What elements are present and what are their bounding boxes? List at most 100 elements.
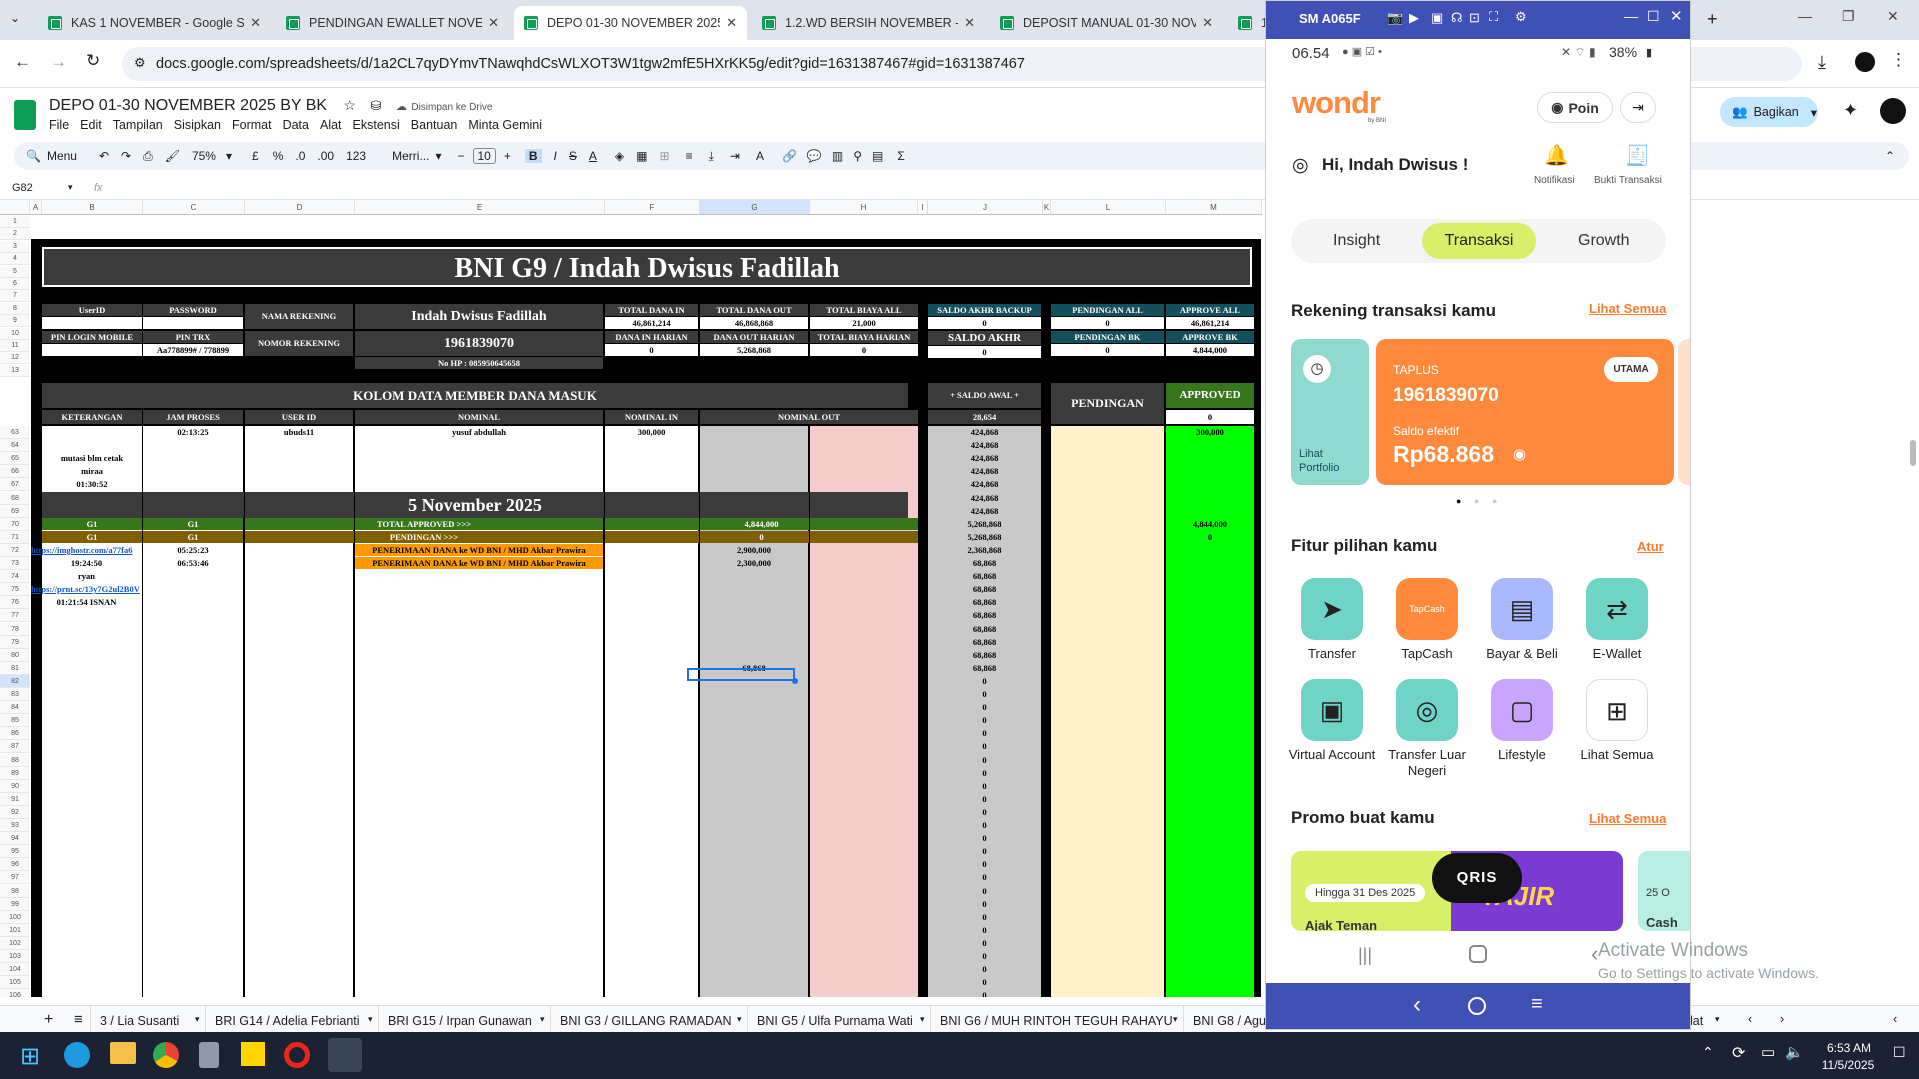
row-header[interactable]: 94 [0, 832, 30, 846]
shopping-bag-icon[interactable]: ▢ [1491, 679, 1553, 741]
notif-label[interactable]: Notifikasi [1534, 175, 1575, 186]
row-header[interactable]: 95 [0, 845, 30, 859]
row-header[interactable]: 103 [0, 950, 30, 964]
dana-out-harian-header[interactable]: DANA OUT HARIAN [700, 331, 808, 343]
percent-format-button[interactable]: % [273, 149, 284, 163]
atur-link[interactable]: Atur [1637, 539, 1664, 554]
password-cell[interactable] [143, 317, 243, 329]
forward-arrow-icon[interactable]: → [50, 52, 67, 72]
lihat-semua-link[interactable]: Lihat Semua [1589, 301, 1666, 316]
recent-apps-icon[interactable]: ||| [1358, 945, 1372, 966]
dana-out-harian-value[interactable]: 5,268,868 [700, 344, 808, 356]
approve-all-value[interactable]: 46,861,214 [1166, 317, 1254, 329]
row-header[interactable]: 70 [0, 517, 30, 531]
row-header[interactable]: 101 [0, 923, 30, 937]
fill-handle[interactable] [792, 678, 798, 684]
row-header[interactable]: 97 [0, 871, 30, 885]
reload-icon[interactable]: ↻ [86, 51, 100, 71]
total-dana-out-header[interactable]: TOTAL DANA OUT [700, 304, 808, 316]
row-header[interactable]: 100 [0, 910, 30, 924]
saldo-backup-header[interactable]: SALDO AKHR BACKUP [928, 304, 1041, 316]
redo-icon[interactable]: ↷ [121, 149, 131, 163]
start-windows-icon[interactable]: ⊞ [20, 1042, 40, 1071]
more-menu-icon[interactable]: ⋮ [1890, 50, 1907, 70]
nominal-cell[interactable] [355, 465, 603, 477]
carousel-dot[interactable]: ● [1474, 496, 1479, 506]
saldo-backup-value[interactable]: 0 [928, 317, 1041, 329]
approved-cell[interactable]: 0 [1166, 531, 1254, 543]
row-header[interactable]: 85 [0, 714, 30, 728]
menu-format[interactable]: Format [232, 118, 272, 132]
restore-icon[interactable]: ❐ [1842, 8, 1855, 25]
insert-link-icon[interactable]: 🔗 [782, 149, 797, 163]
feature-label[interactable]: Bayar & Beli [1471, 646, 1573, 662]
record-icon[interactable]: ▶ [1409, 10, 1419, 26]
menu-insert[interactable]: Sisipkan [174, 118, 221, 132]
column-header[interactable]: F [605, 200, 700, 215]
chevron-down-icon[interactable]: ▾ [1173, 1014, 1178, 1025]
share-button[interactable]: 👥 Bagikan ▾ [1720, 97, 1818, 127]
browser-tab[interactable]: PENDINGAN EWALLET NOVEMB✕ [276, 6, 509, 40]
number-format-button[interactable]: 123 [346, 149, 366, 163]
nomor-rekening-header[interactable]: NOMOR REKENING [245, 331, 353, 356]
saldo-cell[interactable]: 0 [928, 675, 1041, 687]
approved-cell[interactable] [1166, 439, 1254, 451]
row-header[interactable]: 76 [0, 596, 30, 610]
close-window-icon[interactable]: ✕ [1887, 8, 1899, 25]
close-tab-icon[interactable]: ✕ [1202, 15, 1213, 31]
saldo-cell[interactable]: 68,868 [928, 570, 1041, 582]
window-size-icon[interactable]: ⊡ [1469, 10, 1480, 26]
logout-button[interactable]: ⇥ [1620, 92, 1656, 123]
row-header[interactable]: 8 [0, 302, 30, 315]
saldo-cell[interactable]: 68,868 [928, 662, 1041, 674]
column-header[interactable]: H [810, 200, 918, 215]
fill-color-icon[interactable]: ◈ [615, 149, 624, 163]
saldo-cell[interactable]: 0 [928, 767, 1041, 779]
saldo-akhr-value[interactable]: 0 [928, 346, 1041, 358]
saldo-cell[interactable]: 68,868 [928, 609, 1041, 621]
approved-cell[interactable] [1166, 465, 1254, 477]
filter-views-icon[interactable]: ▤ [872, 149, 883, 163]
selected-cell[interactable] [687, 668, 795, 681]
currency-format-button[interactable]: £ [252, 149, 259, 163]
star-icon[interactable]: ☆ [344, 97, 357, 113]
approved-cell[interactable]: 4,844,000 [1166, 518, 1254, 530]
pending-bk-header[interactable]: PENDINGAN BK [1051, 331, 1164, 343]
scroll-tabs-right-icon[interactable]: › [1780, 1012, 1784, 1026]
jam-proses-cell[interactable] [143, 465, 243, 477]
saldo-awal-header[interactable]: + SALDO AWAL + [928, 383, 1041, 408]
userid-cell[interactable] [42, 317, 142, 329]
align-horizontal-icon[interactable]: ≡ [686, 149, 693, 163]
column-header[interactable]: B [42, 200, 143, 215]
user-id-cell[interactable] [245, 465, 353, 477]
row-header[interactable]: 77 [0, 609, 30, 623]
nominal-out-cell[interactable] [700, 583, 808, 595]
row-header[interactable]: 12 [0, 352, 30, 365]
fullscreen-icon[interactable]: ⛶ [1489, 9, 1498, 25]
link-cell[interactable]: https://imghostr.com/a77fa6 [31, 544, 142, 556]
password-header[interactable]: PASSWORD [143, 304, 243, 316]
font-size-increase-icon[interactable]: + [504, 149, 511, 163]
menu-data[interactable]: Data [283, 118, 309, 132]
portfolio-card[interactable]: ◷ Lihat Portfolio [1291, 339, 1369, 485]
browser-tab[interactable]: KAS 1 NOVEMBER - Google Spr ✕ [38, 6, 271, 40]
filter-icon[interactable]: ⚲ [853, 149, 862, 163]
row-header[interactable]: 105 [0, 976, 30, 990]
jam-proses-cell[interactable] [143, 570, 243, 582]
row-header[interactable]: 104 [0, 963, 30, 977]
name-box[interactable]: G82 [12, 182, 33, 194]
clock-date[interactable]: 11/5/2025 [1815, 1058, 1881, 1072]
all-sheets-icon[interactable]: ≡ [74, 1011, 83, 1028]
column-header[interactable]: I [918, 200, 928, 215]
align-vertical-icon[interactable]: ⤓ [709, 149, 714, 164]
explore-side-panel-icon[interactable]: ‹ [1893, 1012, 1897, 1026]
chevron-down-icon[interactable]: ▾ [540, 1014, 545, 1025]
font-select[interactable]: Merri... [392, 149, 429, 163]
approved-header[interactable]: APPROVED [1166, 383, 1254, 408]
pin-trx-header[interactable]: PIN TRX [143, 331, 243, 343]
row-header[interactable]: 80 [0, 648, 30, 662]
sync-icon[interactable]: ⟳ [1732, 1043, 1745, 1063]
jam-proses-cell[interactable] [143, 452, 243, 464]
tab-transaksi[interactable]: Transaksi [1422, 223, 1536, 259]
g1-cell[interactable]: G1 [143, 530, 243, 543]
